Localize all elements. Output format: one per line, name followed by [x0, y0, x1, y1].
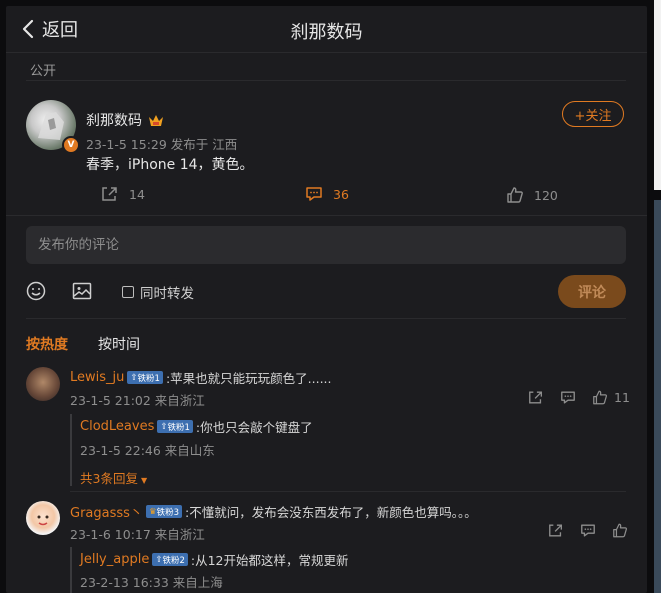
page-title: 刹那数码	[290, 22, 363, 43]
divider	[26, 318, 626, 319]
fan-badge: ⇧ 铁粉1	[157, 420, 193, 433]
fan-badge: ⇧ 铁粉2	[152, 553, 188, 566]
comment-count: 36	[333, 186, 349, 202]
more-replies-link[interactable]: 共3条回复 ▼	[80, 468, 147, 487]
comment-text: :不懂就问，发布会没东西发布了，新颜色也算吗。。。	[184, 505, 477, 520]
weibo-post-panel: 返回 刹那数码 公开 V 刹那数码 23-1-5 15:29 发布于 江西 春季…	[6, 6, 647, 593]
badge-arrow-icon: ⇧	[160, 421, 168, 432]
share-icon[interactable]	[528, 390, 544, 405]
comment-button[interactable]: 36	[305, 186, 349, 202]
background-window-edge-2	[654, 200, 661, 593]
comment-like-button[interactable]: 11	[592, 390, 630, 405]
image-button[interactable]	[72, 281, 92, 305]
reply-author-name[interactable]: ClodLeaves	[80, 419, 154, 434]
tab-sort-time[interactable]: 按时间	[98, 334, 140, 354]
comment-text: :苹果也就只能玩玩颜色了......	[165, 371, 332, 386]
like-button[interactable]: 120	[506, 187, 558, 203]
emoji-icon	[26, 281, 46, 301]
comment-line: Lewis_ju ⇧ 铁粉1 :苹果也就只能玩玩颜色了......	[70, 368, 332, 387]
thumbs-up-icon	[507, 187, 523, 203]
like-count: 120	[534, 187, 558, 203]
author-name[interactable]: 刹那数码	[86, 110, 164, 130]
visibility-label: 公开	[30, 64, 57, 79]
post-meta: 23-1-5 15:29 发布于 江西	[86, 137, 238, 152]
comment-icon[interactable]	[560, 390, 576, 405]
repost-count: 14	[129, 186, 145, 202]
caret-down-icon: ▼	[140, 476, 148, 485]
follow-button[interactable]: +关注	[562, 101, 624, 127]
thumbs-up-icon	[593, 390, 608, 405]
comment-meta: 23-1-6 10:17 来自浙江	[70, 527, 205, 542]
repost-checkbox-label: 同时转发	[140, 286, 194, 302]
reply-meta: 23-1-5 22:46 来自山东	[80, 443, 215, 458]
image-icon	[72, 282, 92, 300]
badge-arrow-icon: ⇧	[130, 372, 138, 383]
comment-input[interactable]	[26, 226, 626, 264]
comment-icon	[306, 187, 322, 201]
reply-text: :从12开始都这样，常规更新	[190, 553, 349, 568]
badge-arrow-icon: ⇧	[155, 554, 163, 565]
repost-checkbox[interactable]: 同时转发	[122, 282, 194, 302]
emoji-button[interactable]	[26, 281, 46, 305]
reply-indicator-bar	[70, 414, 72, 486]
commenter-name[interactable]: Gragasss丶	[70, 502, 143, 521]
background-window-edge	[654, 0, 661, 190]
comment-like-count: 11	[614, 390, 630, 405]
share-icon	[102, 187, 117, 201]
tab-sort-hot[interactable]: 按热度	[26, 334, 68, 354]
comment-icon[interactable]	[580, 523, 596, 538]
reply-line: ClodLeaves ⇧ 铁粉1 :你也只会敲个键盘了	[80, 417, 313, 436]
checkbox-box[interactable]	[122, 286, 134, 298]
divider	[70, 491, 626, 492]
submit-comment-button[interactable]: 评论	[558, 275, 626, 308]
verified-badge-icon: V	[62, 136, 80, 154]
crown-icon	[149, 115, 163, 126]
divider	[26, 80, 626, 81]
divider	[6, 215, 647, 216]
post-text: 春季，iPhone 14，黄色。	[86, 157, 254, 173]
reply-indicator-bar	[70, 547, 72, 593]
comment-meta: 23-1-5 21:02 来自浙江	[70, 393, 205, 408]
commenter-avatar[interactable]	[26, 501, 60, 535]
reply-text: :你也只会敲个键盘了	[195, 420, 313, 435]
fan-badge: ⇧ 铁粉1	[127, 371, 163, 384]
thumbs-up-icon[interactable]	[612, 523, 628, 538]
fan-badge: ♛ 铁粉3	[145, 505, 182, 518]
commenter-avatar[interactable]	[26, 367, 60, 401]
commenter-name[interactable]: Lewis_ju	[70, 370, 124, 385]
top-bar: 返回 刹那数码	[6, 6, 647, 53]
reply-line: Jelly_apple ⇧ 铁粉2 :从12开始都这样，常规更新	[80, 550, 349, 569]
repost-button[interactable]: 14	[101, 186, 145, 202]
share-icon[interactable]	[548, 523, 564, 538]
comment-line: Gragasss丶 ♛ 铁粉3 :不懂就问，发布会没东西发布了，新颜色也算吗。。。	[70, 502, 477, 521]
crown-icon: ♛	[148, 506, 157, 517]
reply-meta: 23-2-13 16:33 来自上海	[80, 575, 223, 590]
reply-author-name[interactable]: Jelly_apple	[80, 552, 149, 567]
